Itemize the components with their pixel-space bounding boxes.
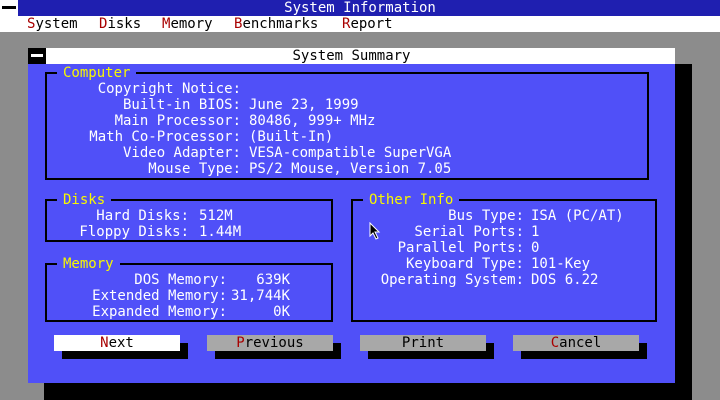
menu-report[interactable]: Report <box>342 16 393 32</box>
bios-label: Built-in BIOS: <box>122 97 241 113</box>
coprocessor-label: Math Co-Processor: <box>89 129 241 145</box>
window-menu-icon[interactable] <box>0 0 18 16</box>
print-button[interactable]: Print <box>360 335 486 351</box>
next-button-hotkey: N <box>100 335 109 351</box>
serial-ports-value: 1 <box>531 224 540 240</box>
cancel-button-label: ancel <box>559 335 602 351</box>
menu-benchmarks[interactable]: Benchmarks <box>234 16 318 32</box>
other-info-group-title: Other Info <box>363 192 460 208</box>
copyright-notice-label: Copyright Notice: <box>97 81 241 97</box>
operating-system-label: Operating System: <box>380 272 524 288</box>
cancel-button[interactable]: Cancel <box>513 335 639 351</box>
dialog-title-bar: System Summary <box>28 48 675 64</box>
hard-disks-value: 512M <box>199 208 233 224</box>
expanded-memory-value: 0K <box>273 304 290 320</box>
app-title: System Information <box>284 0 436 16</box>
extended-memory-value: 31,744K <box>230 288 290 304</box>
video-adapter-value: VESA-compatible SuperVGA <box>249 145 452 161</box>
dialog-close-icon[interactable] <box>28 48 46 64</box>
serial-ports-label: Serial Ports: <box>414 224 524 240</box>
bus-type-label: Bus Type: <box>448 208 524 224</box>
memory-group: Memory DOS Memory: 639K Extended Memory:… <box>45 256 333 322</box>
keyboard-type-value: 101-Key <box>531 256 591 272</box>
menu-system-label: ystem <box>35 16 78 32</box>
expanded-memory-label: Expanded Memory: <box>92 304 227 320</box>
menu-system[interactable]: System <box>27 16 78 32</box>
previous-button-label: revious <box>244 335 304 351</box>
bus-type-value: ISA (PC/AT) <box>531 208 624 224</box>
previous-button-hotkey: P <box>236 335 245 351</box>
menu-disks[interactable]: Disks <box>99 16 141 32</box>
computer-group: Computer Copyright Notice: Built-in BIOS… <box>45 65 649 180</box>
coprocessor-value: (Built-In) <box>249 129 334 145</box>
menu-memory[interactable]: Memory <box>162 16 213 32</box>
next-button-label: ext <box>108 335 134 351</box>
dos-memory-value: 639K <box>256 272 290 288</box>
memory-group-title: Memory <box>57 256 120 272</box>
bios-value: June 23, 1999 <box>249 97 359 113</box>
other-info-group: Other Info Bus Type: ISA (PC/AT) Serial … <box>351 192 657 322</box>
mouse-pointer-icon <box>369 222 381 240</box>
operating-system-value: DOS 6.22 <box>531 272 599 288</box>
menu-disks-label: isks <box>107 16 142 32</box>
menu-memory-label: emory <box>170 16 213 32</box>
menu-benchmarks-label: enchmarks <box>242 16 319 32</box>
mouse-type-label: Mouse Type: <box>148 161 241 177</box>
processor-value: 80486, 999+ MHz <box>249 113 376 129</box>
parallel-ports-label: Parallel Ports: <box>397 240 524 256</box>
mouse-type-value: PS/2 Mouse, Version 7.05 <box>249 161 452 177</box>
keyboard-type-label: Keyboard Type: <box>405 256 524 272</box>
floppy-disks-value: 1.44M <box>199 224 242 240</box>
hard-disks-label: Hard Disks: <box>96 208 189 224</box>
dos-memory-label: DOS Memory: <box>134 272 227 288</box>
cancel-button-hotkey: C <box>550 335 560 351</box>
print-button-label: Print <box>401 335 445 351</box>
floppy-disks-label: Floppy Disks: <box>79 224 189 240</box>
next-button[interactable]: Next <box>54 335 180 351</box>
system-summary-dialog: System Summary Computer Copyright Notice… <box>28 48 675 383</box>
disks-group-title: Disks <box>57 192 112 208</box>
extended-memory-label: Extended Memory: <box>92 288 227 304</box>
previous-button[interactable]: Previous <box>207 335 333 351</box>
menu-bar: System Disks Memory Benchmarks Report <box>0 16 720 32</box>
computer-group-title: Computer <box>57 65 137 81</box>
processor-label: Main Processor: <box>114 113 241 129</box>
disks-group: Disks Hard Disks: 512M Floppy Disks: 1.4… <box>45 192 333 242</box>
parallel-ports-value: 0 <box>531 240 540 256</box>
dialog-title: System Summary <box>292 48 411 64</box>
title-bar: System Information <box>0 0 720 16</box>
menu-report-label: eport <box>350 16 393 32</box>
video-adapter-label: Video Adapter: <box>122 145 241 161</box>
